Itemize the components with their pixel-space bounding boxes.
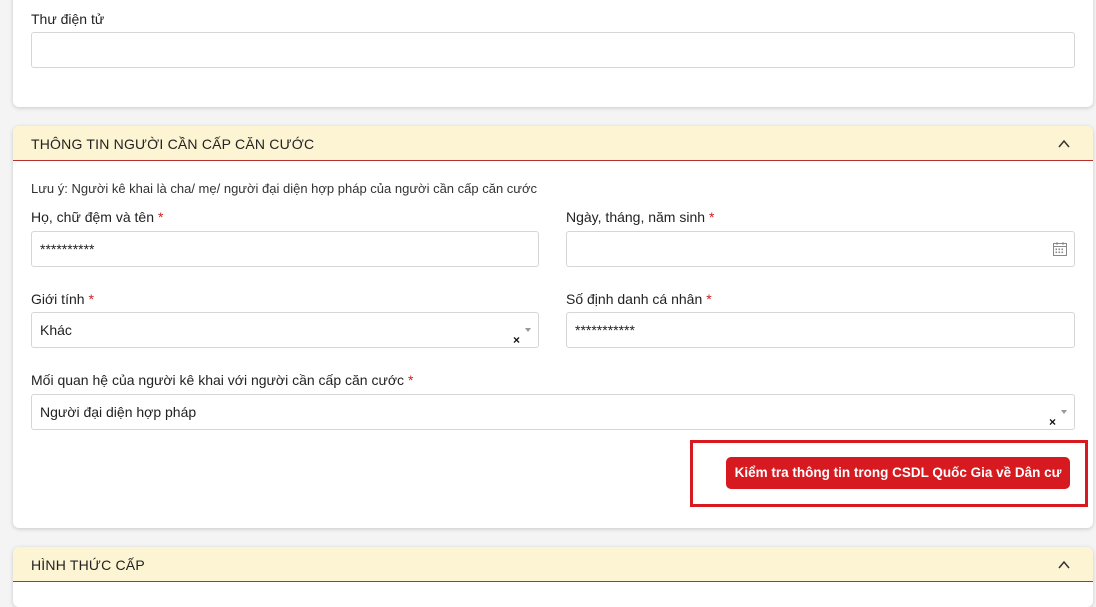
personal-id-label: Số định danh cá nhân * <box>566 291 712 307</box>
dob-field[interactable] <box>566 231 1075 267</box>
gender-label: Giới tính * <box>31 291 94 307</box>
gender-label-text: Giới tính <box>31 291 85 307</box>
full-name-label: Họ, chữ đệm và tên * <box>31 209 163 225</box>
relationship-value: Người đại diện hợp pháp <box>40 404 197 420</box>
clear-icon[interactable]: × <box>1049 405 1056 439</box>
applicant-note: Lưu ý: Người kê khai là cha/ mẹ/ người đ… <box>31 181 538 196</box>
caret-down-icon[interactable] <box>1061 410 1067 414</box>
gender-select[interactable]: Khác × <box>31 312 539 348</box>
relationship-label: Mối quan hệ của người kê khai với người … <box>31 372 413 388</box>
chevron-up-icon[interactable] <box>1057 558 1071 572</box>
required-mark: * <box>709 209 715 225</box>
clear-icon[interactable]: × <box>513 323 520 357</box>
required-mark: * <box>88 291 94 307</box>
personal-id-label-text: Số định danh cá nhân <box>566 291 703 307</box>
dob-label: Ngày, tháng, năm sinh * <box>566 209 715 225</box>
required-mark: * <box>408 372 414 388</box>
caret-down-icon[interactable] <box>525 328 531 332</box>
personal-id-field[interactable]: *********** <box>566 312 1075 348</box>
applicant-section-title: THÔNG TIN NGƯỜI CẦN CẤP CĂN CƯỚC <box>31 136 315 152</box>
dob-label-text: Ngày, tháng, năm sinh <box>566 209 706 225</box>
email-label: Thư điện tử <box>31 11 105 27</box>
email-card: Thư điện tử <box>13 0 1093 107</box>
issuance-method-card: HÌNH THỨC CẤP <box>13 547 1093 607</box>
calendar-icon[interactable] <box>1052 241 1068 257</box>
required-mark: * <box>706 291 712 307</box>
method-section-header[interactable]: HÌNH THỨC CẤP <box>13 547 1093 582</box>
applicant-section-header[interactable]: THÔNG TIN NGƯỜI CẦN CẤP CĂN CƯỚC <box>13 126 1093 161</box>
required-mark: * <box>158 209 164 225</box>
email-field[interactable] <box>31 32 1075 68</box>
full-name-field[interactable]: ********** <box>31 231 539 267</box>
personal-id-value: *********** <box>575 322 635 338</box>
check-national-database-button[interactable]: Kiểm tra thông tin trong CSDL Quốc Gia v… <box>726 457 1070 489</box>
method-section-title: HÌNH THỨC CẤP <box>31 557 145 573</box>
full-name-label-text: Họ, chữ đệm và tên <box>31 209 154 225</box>
relationship-label-text: Mối quan hệ của người kê khai với người … <box>31 372 405 388</box>
relationship-select[interactable]: Người đại diện hợp pháp × <box>31 394 1075 430</box>
full-name-value: ********** <box>40 241 95 257</box>
gender-value: Khác <box>40 322 72 338</box>
chevron-up-icon[interactable] <box>1057 137 1071 151</box>
